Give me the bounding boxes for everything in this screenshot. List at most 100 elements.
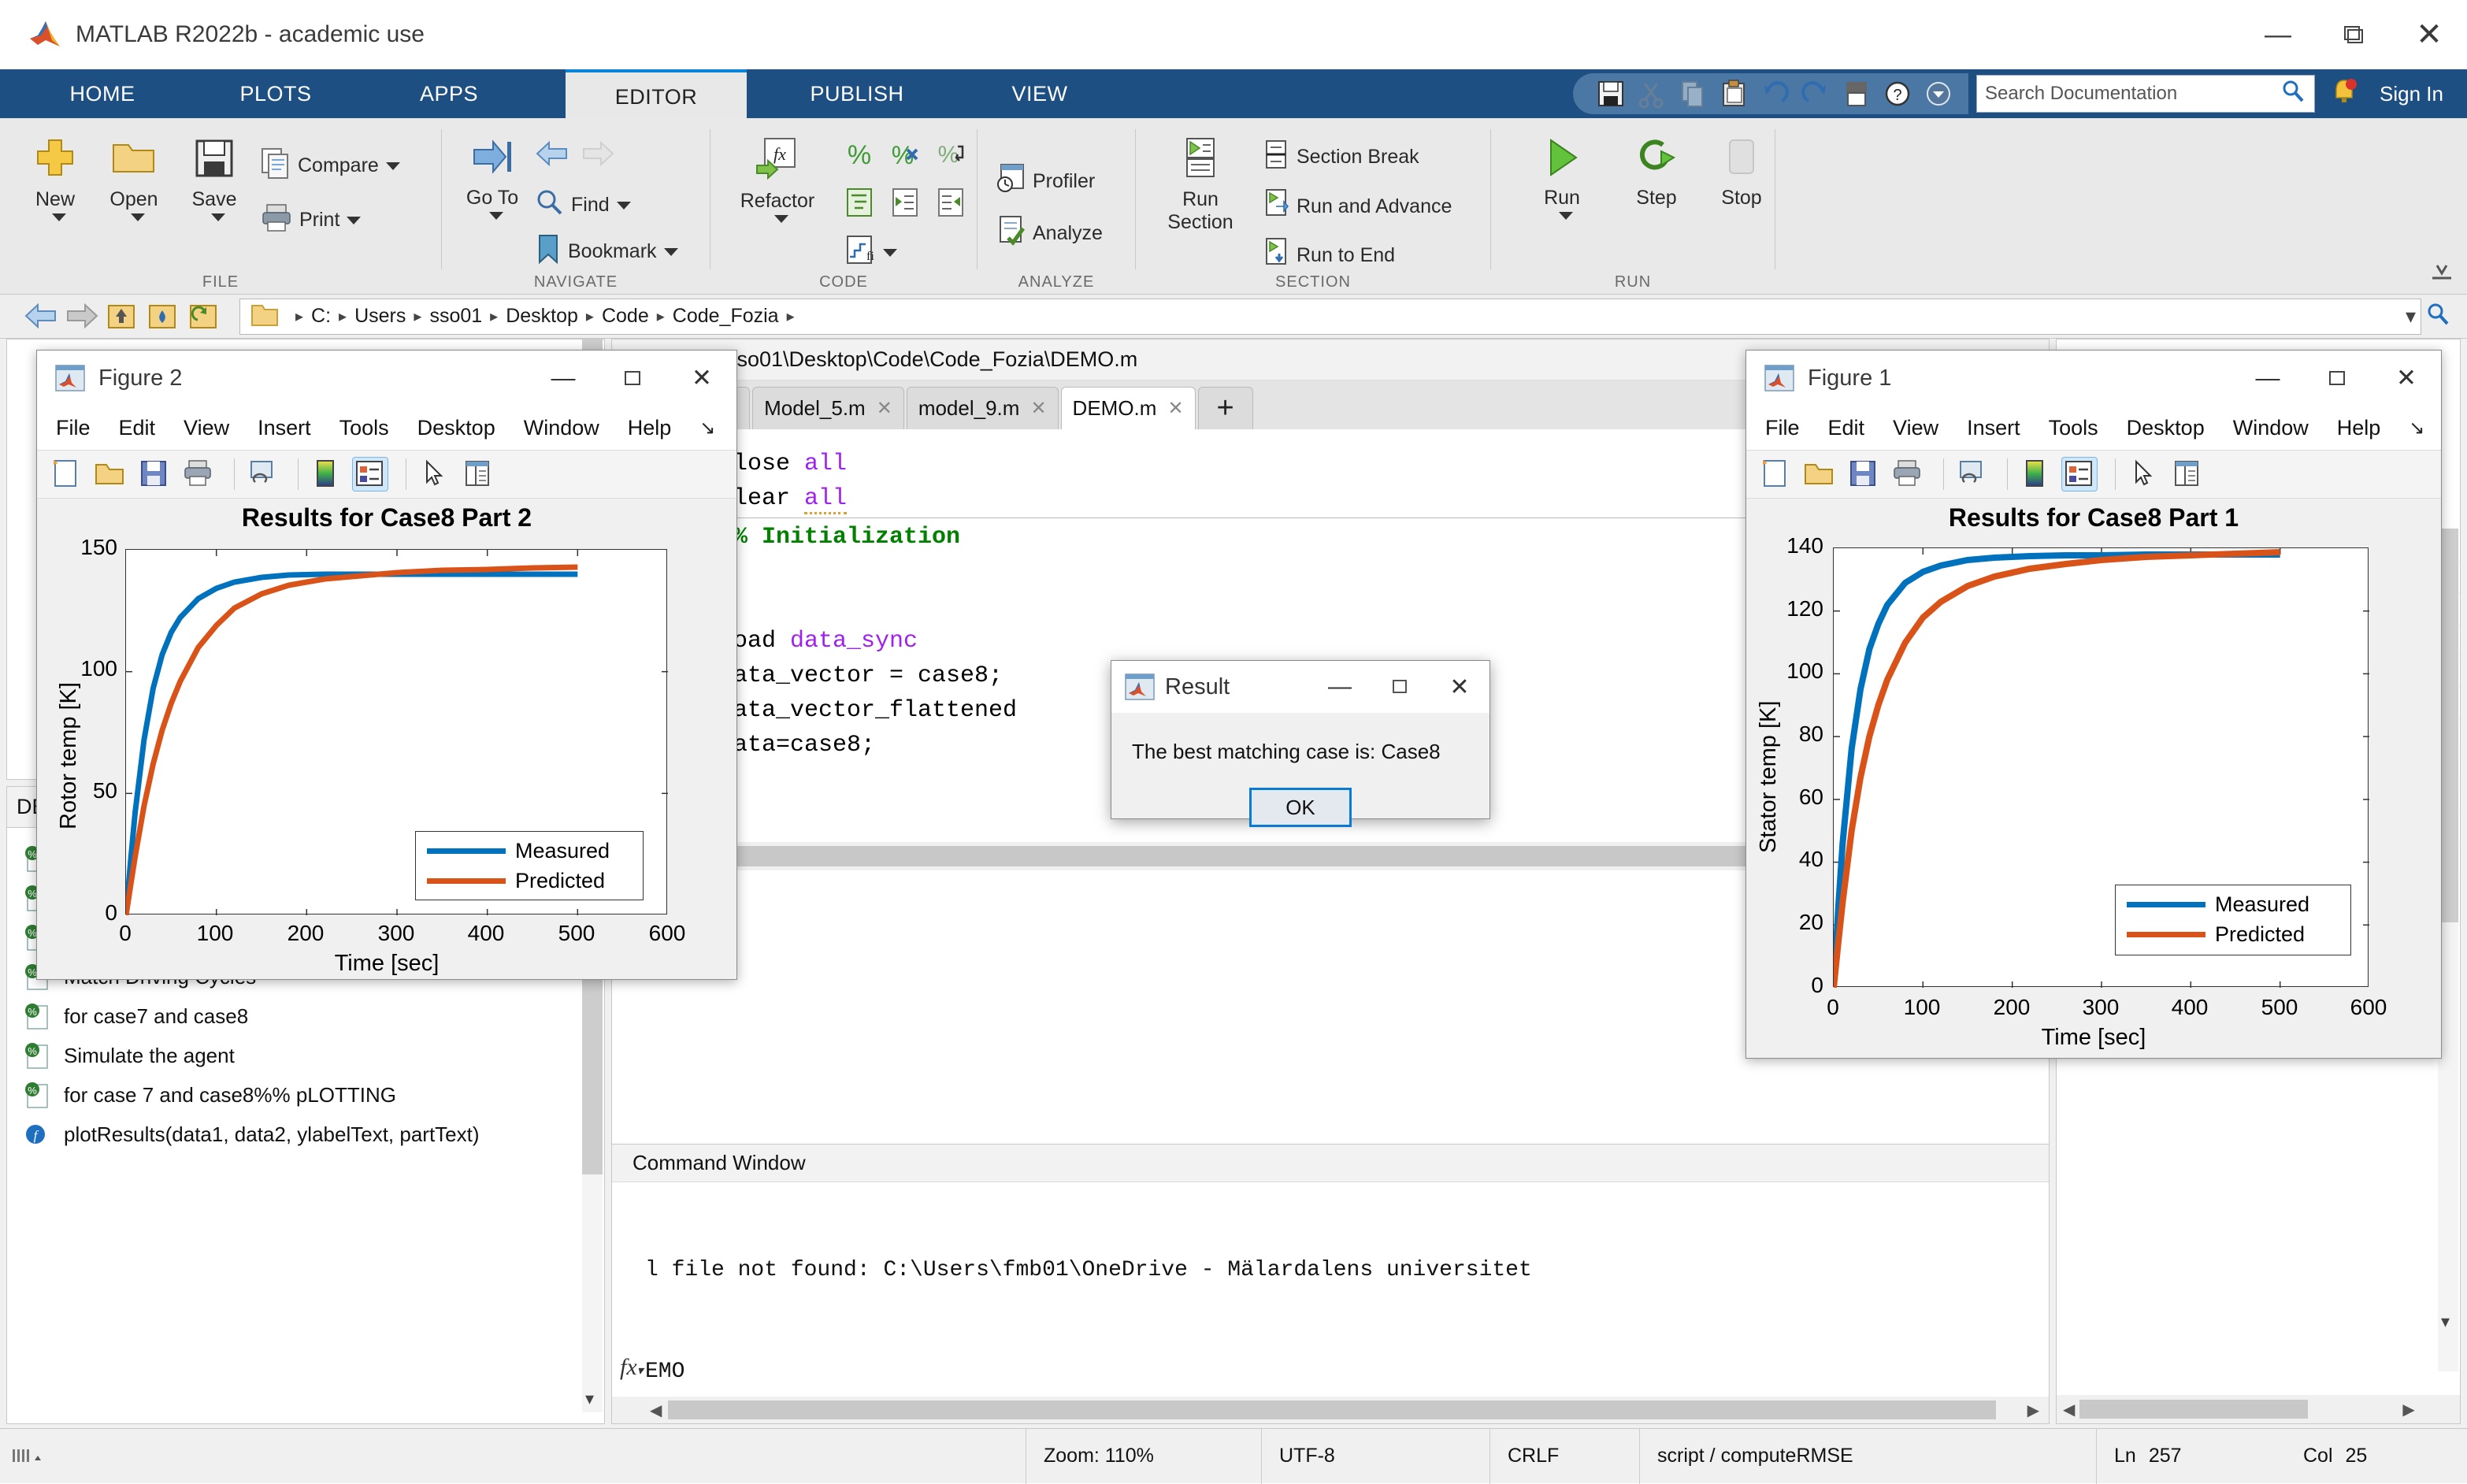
tab-apps[interactable]: APPS [378,69,520,118]
result-dialog-close-button[interactable]: ✕ [1430,661,1489,713]
cut-icon[interactable] [1635,77,1668,110]
run-to-end-button[interactable]: Run to End [1262,236,1395,275]
minimize-button[interactable]: — [2240,0,2316,69]
new-figure-icon[interactable] [48,457,84,492]
figure2-menu-window[interactable]: Window [524,416,599,440]
close-icon[interactable]: ✕ [1030,397,1046,420]
open-caret-icon[interactable] [95,211,173,225]
figure2-menu-desktop[interactable]: Desktop [417,416,495,440]
figure2-menu-edit[interactable]: Edit [119,416,156,440]
scroll-thumb[interactable] [640,846,1901,866]
tab-plots[interactable]: PLOTS [205,69,347,118]
new-button[interactable]: New [16,135,95,225]
back-arrow-icon[interactable] [24,301,58,332]
bookmark-caret-icon[interactable] [663,247,678,256]
open-figure-icon[interactable] [92,457,128,492]
search-documentation-field[interactable]: Search Documentation [1976,75,2316,113]
print-caret-icon[interactable] [347,216,362,224]
chevron-down-icon[interactable]: ▾ [2401,304,2421,328]
result-dialog-minimize-button[interactable]: — [1310,661,1370,713]
tab-home[interactable]: HOME [32,69,173,118]
figure2-menu-view[interactable]: View [184,416,229,440]
print-button[interactable]: Print [260,202,362,239]
result-dialog-maximize-button[interactable] [1370,661,1430,713]
path-breadcrumb-field[interactable]: ▸ C: ▸ Users ▸ sso01 ▸ Desktop ▸ Code ▸ … [239,298,2421,335]
figure2-close-button[interactable]: ✕ [667,351,736,406]
legend-icon[interactable] [352,457,388,492]
open-figure-icon[interactable] [1801,457,1838,492]
save-caret-icon[interactable] [175,211,254,225]
refactor-button[interactable]: fx Refactor [718,135,837,227]
link-plot-icon[interactable] [244,457,280,492]
new-caret-icon[interactable] [16,211,95,225]
property-inspector-icon[interactable] [460,457,496,492]
outline-item-plotresults-function[interactable]: f plotResults(data1, data2, ylabelText, … [7,1115,604,1154]
smart-indent-button[interactable] [843,186,876,224]
figure1-close-button[interactable]: ✕ [2372,351,2441,406]
paste-icon[interactable] [1717,77,1750,110]
scroll-thumb[interactable] [2079,1400,2309,1419]
goto-button[interactable]: Go To [453,135,532,224]
figure1-menu-edit[interactable]: Edit [1828,416,1865,440]
figure2-maximize-button[interactable] [598,351,667,406]
breadcrumb-code[interactable]: Code [599,305,652,328]
colorbar-icon[interactable] [308,457,344,492]
workspace-hscrollbar[interactable]: ◀ ▶ [2057,1395,2460,1423]
status-script-function[interactable]: script / computeRMSE [1640,1428,2097,1484]
compare-button[interactable]: Compare [260,147,400,185]
help-icon[interactable]: ? [1881,77,1914,110]
pointer-icon[interactable] [2125,457,2161,492]
chevron-left-icon[interactable]: ◀ [2063,1400,2075,1419]
search-icon[interactable] [2280,78,2306,110]
profiler-button[interactable]: Profiler [995,162,1095,201]
print-preview-icon[interactable] [1840,77,1873,110]
function-hints-caret-icon[interactable] [883,248,897,257]
breadcrumb-c[interactable]: C: [308,305,334,328]
chevron-down-icon[interactable]: ▾ [2441,1311,2450,1332]
figure2-minimize-button[interactable]: — [529,351,598,406]
search-path-icon[interactable] [2424,301,2451,332]
menu-overflow-icon[interactable]: ↘ [2409,417,2424,440]
result-dialog[interactable]: Result — ✕ The best matching case is: Ca… [1111,660,1490,827]
nav-back-button[interactable] [535,139,569,174]
print-figure-icon[interactable] [180,457,217,492]
scroll-thumb[interactable] [668,1401,1996,1419]
find-caret-icon[interactable] [616,201,631,210]
close-icon[interactable]: ✕ [1167,397,1183,420]
save-button[interactable]: Save [175,135,254,225]
collapse-ribbon-icon[interactable] [2428,261,2456,288]
uncomment-button[interactable]: % [888,139,922,176]
colorbar-icon[interactable] [2017,457,2053,492]
chevron-right-icon[interactable]: ▶ [2402,1400,2414,1419]
save-figure-icon[interactable] [136,457,173,492]
figure1-menu-insert[interactable]: Insert [1967,416,2020,440]
comment-button[interactable]: % [843,139,876,176]
figure2-menu-file[interactable]: File [56,416,91,440]
outline-item-for-case7-and-case8[interactable]: % for case7 and case8 [7,996,604,1036]
run-caret-icon[interactable] [1523,210,1601,224]
result-dialog-titlebar[interactable]: Result — ✕ [1111,661,1489,713]
command-window-output[interactable]: l file not found: C:\Users\fmb01\OneDriv… [612,1182,2049,1406]
customize-icon[interactable] [1922,77,1955,110]
figure1-window[interactable]: Figure 1 — ✕ File Edit View Insert Tools… [1745,350,2442,1059]
breadcrumb-desktop[interactable]: Desktop [503,305,581,328]
tab-view[interactable]: VIEW [969,69,1111,118]
tab-publish[interactable]: PUBLISH [770,69,944,118]
refactor-caret-icon[interactable] [718,213,837,227]
print-figure-icon[interactable] [1890,457,1926,492]
figure1-menu-desktop[interactable]: Desktop [2127,416,2205,440]
editor-tab-model9[interactable]: model_9.m ✕ [906,387,1059,429]
save-icon[interactable] [1594,77,1627,110]
figure1-menu-file[interactable]: File [1765,416,1800,440]
editor-tab-demo[interactable]: DEMO.m ✕ [1060,387,1196,429]
figure1-menu-view[interactable]: View [1893,416,1938,440]
figure2-titlebar[interactable]: Figure 2 — ✕ [37,351,736,406]
link-plot-icon[interactable] [1953,457,1990,492]
close-icon[interactable]: ✕ [877,397,892,420]
find-button[interactable]: Find [535,187,631,223]
fx-function-icon[interactable]: fx▾ [620,1354,644,1381]
legend-icon[interactable] [2061,457,2098,492]
run-button[interactable]: Run [1523,135,1601,224]
figure1-minimize-button[interactable]: — [2233,351,2302,406]
browse-folder-icon[interactable] [147,301,181,332]
